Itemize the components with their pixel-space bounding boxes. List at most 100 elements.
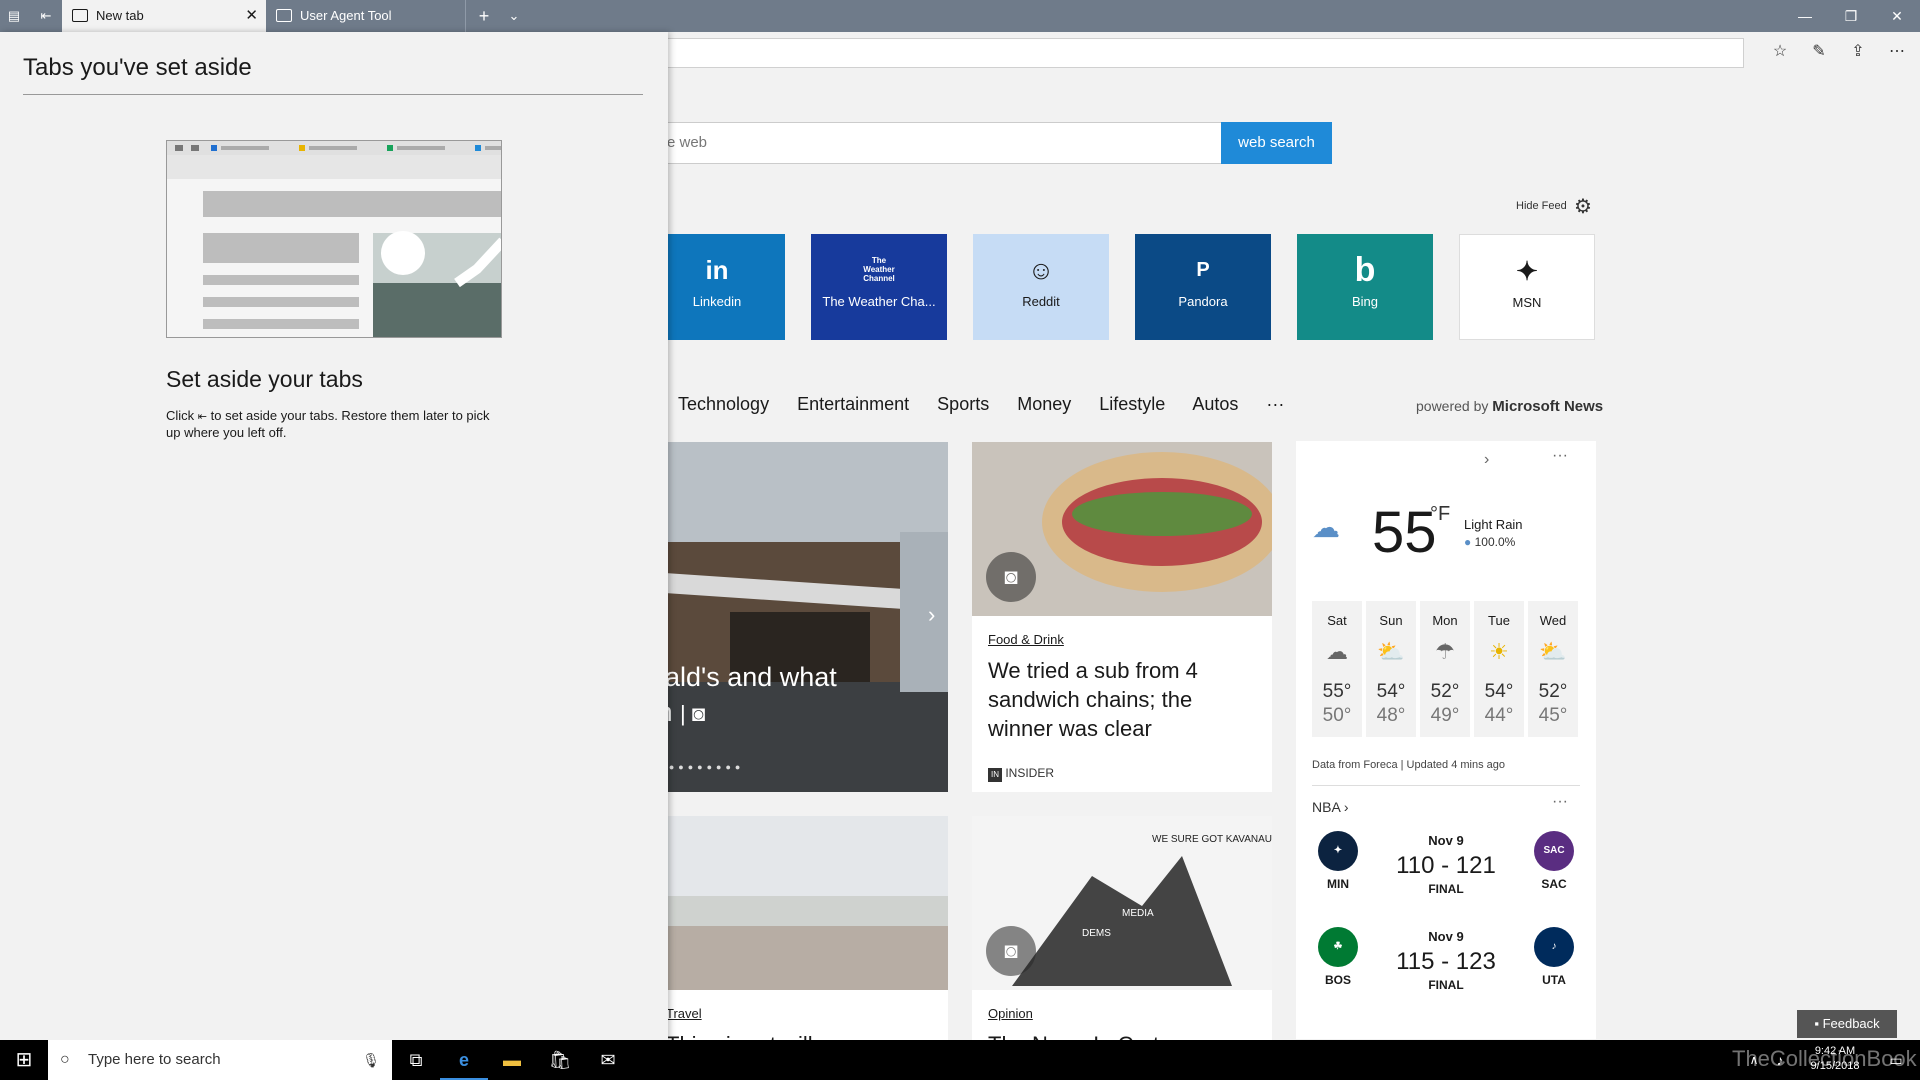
more-icon[interactable]: ··· xyxy=(1552,793,1568,811)
card-category[interactable]: Food & Drink xyxy=(988,632,1064,647)
team-bos[interactable]: ☘ BOS xyxy=(1308,927,1368,987)
hide-feed-link[interactable]: Hide Feed xyxy=(1516,200,1567,212)
set-aside-tabs-icon[interactable]: ⇤ xyxy=(36,6,56,26)
cartoon-caption: WE SURE GOT KAVANAUGH xyxy=(1152,834,1272,845)
card-title[interactable]: We tried a sub from 4 sandwich chains; t… xyxy=(988,656,1258,743)
microphone-icon[interactable]: 🎙 xyxy=(362,1040,380,1080)
divider xyxy=(1312,785,1580,786)
day-low: 50° xyxy=(1322,705,1352,726)
more-icon[interactable]: ⋯ xyxy=(1884,40,1910,64)
tile-label: Pandora xyxy=(1178,294,1228,309)
team-min[interactable]: ✦ MIN xyxy=(1308,831,1368,891)
tab-user-agent-tool[interactable]: User Agent Tool xyxy=(266,0,466,32)
team-logo-icon: ♪ xyxy=(1534,927,1574,967)
minimize-button[interactable]: — xyxy=(1782,0,1828,32)
day-name: Tue xyxy=(1488,613,1510,628)
edge-icon[interactable]: e xyxy=(440,1040,488,1080)
team-sac[interactable]: SAC SAC xyxy=(1524,831,1584,891)
taskbar-search-input[interactable]: ○ Type here to search 🎙 xyxy=(48,1040,392,1080)
share-icon[interactable]: ⇪ xyxy=(1845,40,1871,64)
close-tab-icon[interactable]: ✕ xyxy=(245,0,258,32)
store-icon[interactable]: 🛍 xyxy=(536,1040,584,1080)
taskbar-search-placeholder: Type here to search xyxy=(88,1051,221,1068)
pen-icon[interactable]: ✎ xyxy=(1806,40,1832,64)
powered-by: powered by Microsoft News xyxy=(1416,398,1603,415)
tile-bing[interactable]: b Bing xyxy=(1297,234,1433,340)
microsoft-news-brand[interactable]: Microsoft News xyxy=(1492,398,1603,415)
forecast-day[interactable]: Sun ⛅ 54° 48° xyxy=(1366,601,1416,737)
panel-title: Tabs you've set aside xyxy=(23,54,252,81)
chevron-right-icon[interactable]: › xyxy=(1484,451,1489,469)
day-low: 49° xyxy=(1430,705,1460,726)
tile-pandora[interactable]: P Pandora xyxy=(1135,234,1271,340)
gear-icon[interactable]: ⚙ xyxy=(1574,194,1592,219)
bing-icon: b xyxy=(1354,251,1376,289)
close-window-button[interactable]: ✕ xyxy=(1874,0,1920,32)
chevron-right-icon[interactable]: › xyxy=(928,602,935,628)
tab-technology[interactable]: Technology xyxy=(678,394,769,414)
windows-start-icon[interactable]: ⊞ xyxy=(0,1040,48,1080)
task-view-icon[interactable]: ⧉ xyxy=(392,1040,440,1080)
tab-label: User Agent Tool xyxy=(300,8,392,23)
card-category[interactable]: Travel xyxy=(666,1006,702,1021)
plus-icon[interactable]: + xyxy=(474,6,494,26)
game-status: FINAL xyxy=(1428,882,1464,896)
forecast-day[interactable]: Tue ☀ 54° 44° xyxy=(1474,601,1524,737)
tabs-aside-icon[interactable]: ▤ xyxy=(4,6,24,26)
favorites-icon[interactable]: ☆ xyxy=(1767,40,1793,64)
tab-lifestyle[interactable]: Lifestyle xyxy=(1099,394,1165,414)
precip-value: 100.0% xyxy=(1474,535,1516,549)
food-card[interactable]: ◙ Food & Drink We tried a sub from 4 san… xyxy=(972,442,1272,792)
maximize-button[interactable]: ❐ xyxy=(1828,0,1874,32)
chevron-down-icon[interactable]: ⌄ xyxy=(504,6,524,26)
game-score-value: 115 - 123 xyxy=(1396,948,1496,975)
current-temp: 55 xyxy=(1372,500,1437,565)
tile-label: Reddit xyxy=(1022,294,1060,309)
opinion-card[interactable]: WE SURE GOT KAVANAUGH DEMS MEDIA ◙ Opini… xyxy=(972,816,1272,1040)
tab-autos[interactable]: Autos xyxy=(1192,394,1238,414)
tile-label: MSN xyxy=(1512,295,1542,310)
tile-msn[interactable]: ✦ MSN xyxy=(1459,234,1595,340)
tab-money[interactable]: Money xyxy=(1017,394,1071,414)
day-high: 52° xyxy=(1430,681,1460,702)
feedback-button[interactable]: ▪ Feedback xyxy=(1797,1010,1897,1038)
nba-title: NBA xyxy=(1312,799,1341,815)
watermark: TheCollectionBook xyxy=(1732,1046,1917,1071)
tile-linkedin[interactable]: in Linkedin xyxy=(649,234,785,340)
mail-icon[interactable]: ✉ xyxy=(584,1040,632,1080)
game-score[interactable]: Nov 9 115 - 123 FINAL xyxy=(1386,929,1506,992)
travel-card[interactable]: Travel This airport will soon xyxy=(650,816,948,1040)
search-input[interactable]: e web xyxy=(640,122,1222,164)
camera-icon: ◙ xyxy=(986,926,1036,976)
weather-channel-icon: The Weather Channel xyxy=(863,256,895,283)
forecast-day[interactable]: Wed ⛅ 52° 45° xyxy=(1528,601,1578,737)
tab-sports[interactable]: Sports xyxy=(937,394,989,414)
game-score[interactable]: Nov 9 110 - 121 FINAL xyxy=(1386,833,1506,896)
url-input[interactable] xyxy=(650,38,1744,68)
tab-new-tab[interactable]: New tab ✕ xyxy=(62,0,266,32)
tab-entertainment[interactable]: Entertainment xyxy=(797,394,909,414)
forecast-day[interactable]: Sat ☁ 55° 50° xyxy=(1312,601,1362,737)
more-icon[interactable]: ··· xyxy=(1552,447,1568,465)
team-uta[interactable]: ♪ UTA xyxy=(1524,927,1584,987)
title-bar: ▤ ⇤ New tab ✕ User Agent Tool + ⌄ — ❐ ✕ xyxy=(0,0,1920,32)
nba-header[interactable]: NBA › xyxy=(1312,799,1349,815)
forecast-day[interactable]: Mon ☂ 52° 49° xyxy=(1420,601,1470,737)
tile-reddit[interactable]: ☺ Reddit xyxy=(973,234,1109,340)
insider-icon: IN xyxy=(988,768,1002,782)
file-explorer-icon[interactable]: ▬ xyxy=(488,1040,536,1080)
card-title[interactable]: This airport will soon xyxy=(666,1030,936,1040)
card-title[interactable]: The News In Cartoons xyxy=(988,1030,1258,1040)
hero-headline: nald's and what th | ◙ xyxy=(650,662,948,728)
camera-icon: ◙ xyxy=(986,552,1036,602)
cloudy-icon: ☁ xyxy=(1326,639,1348,664)
partly-cloudy-icon: ⛅ xyxy=(1377,639,1405,664)
tile-weather-channel[interactable]: The Weather Channel The Weather Cha... xyxy=(811,234,947,340)
more-categories-button[interactable]: ··· xyxy=(1266,394,1284,414)
card-category[interactable]: Opinion xyxy=(988,1006,1033,1021)
linkedin-icon: in xyxy=(705,255,729,285)
team-logo-icon: SAC xyxy=(1534,831,1574,871)
web-search-button[interactable]: web search xyxy=(1221,122,1332,164)
divider xyxy=(23,94,643,95)
hero-card[interactable]: nald's and what th | ◙ › ●●●●●●●●●● xyxy=(650,442,948,792)
